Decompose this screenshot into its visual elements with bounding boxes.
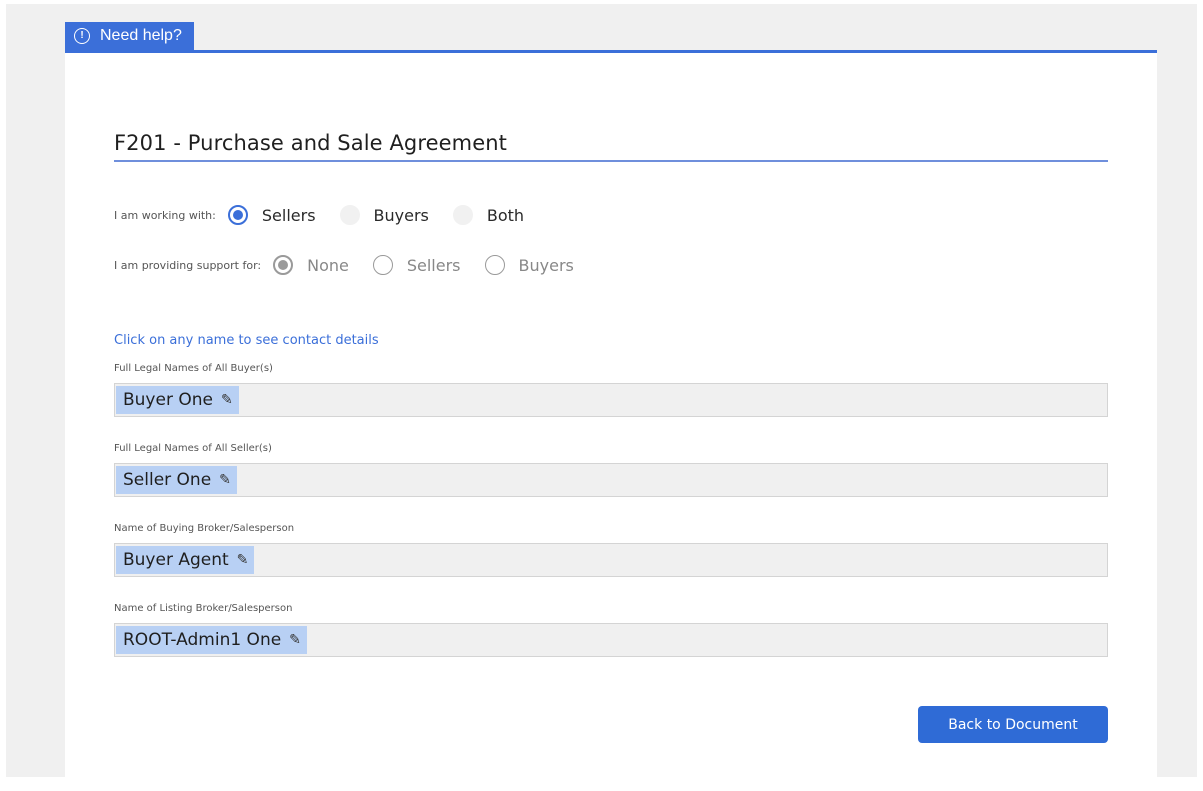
buyers-field[interactable]: Buyer One ✎ [114,383,1108,417]
form-card: F201 - Purchase and Sale Agreement I am … [65,50,1157,777]
working-with-buyers-radio[interactable]: Buyers [339,205,429,225]
form-title: F201 - Purchase and Sale Agreement [114,131,1108,162]
radio-label: Both [486,205,525,225]
listing-broker-field[interactable]: ROOT-Admin1 One ✎ [114,623,1108,657]
working-with-both-radio[interactable]: Both [452,205,525,225]
need-help-label: Need help? [100,27,182,44]
radio-label: Sellers [261,205,316,225]
buyer-agent-chip[interactable]: Buyer Agent ✎ [116,546,255,574]
radio-disabled-icon [339,205,360,225]
support-buyers-radio[interactable]: Buyers [484,255,574,275]
chip-label: ROOT-Admin1 One [123,630,282,650]
info-icon: ! [74,28,90,44]
sellers-field[interactable]: Seller One ✎ [114,463,1108,497]
listing-broker-field-label: Name of Listing Broker/Salesperson [114,603,293,614]
support-none-radio[interactable]: None [273,255,349,275]
pencil-icon[interactable]: ✎ [289,632,301,648]
working-with-sellers-radio[interactable]: Sellers [227,205,316,225]
radio-label: None [307,255,349,275]
sellers-field-label: Full Legal Names of All Seller(s) [114,443,272,454]
buyers-field-label: Full Legal Names of All Buyer(s) [114,363,273,374]
pencil-icon[interactable]: ✎ [237,552,249,568]
buying-broker-field-label: Name of Buying Broker/Salesperson [114,523,295,534]
working-with-label: I am working with: [114,208,216,222]
pencil-icon[interactable]: ✎ [221,392,233,408]
buying-broker-field[interactable]: Buyer Agent ✎ [114,543,1108,577]
radio-selected-icon [273,255,294,275]
support-sellers-radio[interactable]: Sellers [372,255,461,275]
pencil-icon[interactable]: ✎ [219,472,231,488]
back-to-document-button[interactable]: Back to Document [918,706,1108,743]
contact-details-hint: Click on any name to see contact details [114,333,379,348]
buyer-name-chip[interactable]: Buyer One ✎ [116,386,239,414]
support-for-group: I am providing support for: None Sellers… [114,255,598,275]
listing-agent-chip[interactable]: ROOT-Admin1 One ✎ [116,626,307,654]
radio-selected-icon [227,205,248,225]
radio-disabled-icon [452,205,473,225]
working-with-group: I am working with: Sellers Buyers Both [114,205,548,225]
chip-label: Seller One [123,470,212,490]
radio-empty-icon [484,255,505,275]
chip-label: Buyer One [123,390,213,410]
radio-empty-icon [372,255,393,275]
need-help-tab[interactable]: ! Need help? [65,22,194,50]
radio-label: Sellers [406,255,461,275]
radio-label: Buyers [518,255,574,275]
seller-name-chip[interactable]: Seller One ✎ [116,466,237,494]
chip-label: Buyer Agent [123,550,229,570]
support-for-label: I am providing support for: [114,258,262,272]
radio-label: Buyers [373,205,429,225]
